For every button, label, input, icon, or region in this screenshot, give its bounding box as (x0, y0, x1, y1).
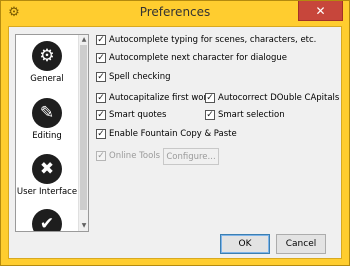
autocomplete-typing-option[interactable]: ✓ Autocomplete typing for scenes, charac… (96, 33, 316, 47)
cancel-button[interactable]: Cancel (276, 234, 326, 254)
smart-quotes-label: Smart quotes (109, 110, 167, 120)
fountain-copy-paste-label: Enable Fountain Copy & Paste (109, 129, 237, 139)
gear-icon: ⚙ (32, 41, 62, 71)
configure-button[interactable]: Configure... (163, 148, 219, 165)
spell-checking-option[interactable]: ✓ Spell checking (96, 70, 170, 84)
category-sidebar: ⚙ General ✎ Editing ✖ User Interface ✔ ▲… (15, 34, 89, 232)
autocorrect-double-caps-label: Autocorrect DOuble CApitals (218, 93, 340, 103)
scroll-up-icon[interactable]: ▲ (79, 35, 88, 45)
sidebar-item-user-interface[interactable]: ✖ User Interface (16, 152, 78, 212)
window-title: Preferences (139, 5, 211, 19)
sidebar-item-label: User Interface (16, 187, 78, 197)
fountain-copy-paste-option[interactable]: ✓ Enable Fountain Copy & Paste (96, 127, 237, 141)
title-bar[interactable]: ⚙ Preferences ✕ (1, 1, 349, 26)
online-tools-checkbox[interactable]: ✓ (96, 151, 106, 161)
sidebar-scrollbar[interactable]: ▲ ▼ (78, 35, 88, 231)
autocapitalize-checkbox[interactable]: ✓ (96, 93, 106, 103)
spell-checking-label: Spell checking (109, 72, 171, 82)
sidebar-item-label: Editing (32, 131, 62, 141)
autocomplete-typing-label: Autocomplete typing for scenes, characte… (109, 35, 317, 45)
autocorrect-double-caps-option[interactable]: ✓ Autocorrect DOuble CApitals (205, 91, 339, 105)
pen-icon: ✎ (32, 98, 62, 128)
smart-quotes-option[interactable]: ✓ Smart quotes (96, 108, 166, 122)
online-tools-option[interactable]: ✓ Online Tools (96, 149, 160, 163)
sidebar-item-general[interactable]: ⚙ General (16, 39, 78, 99)
sidebar-item-checkmark[interactable]: ✔ (16, 207, 78, 231)
online-tools-label: Online Tools (109, 151, 161, 161)
ok-button[interactable]: OK (220, 234, 270, 254)
autocomplete-next-option[interactable]: ✓ Autocomplete next character for dialog… (96, 51, 287, 65)
autocapitalize-label: Autocapitalize first word (109, 93, 213, 103)
spell-checking-checkbox[interactable]: ✓ (96, 72, 106, 82)
smart-selection-option[interactable]: ✓ Smart selection (205, 108, 285, 122)
close-button[interactable]: ✕ (298, 1, 343, 21)
smart-quotes-checkbox[interactable]: ✓ (96, 110, 106, 120)
tools-icon: ✖ (32, 154, 62, 184)
sidebar-item-editing[interactable]: ✎ Editing (16, 96, 78, 156)
autocomplete-typing-checkbox[interactable]: ✓ (96, 35, 106, 45)
autocorrect-double-caps-checkbox[interactable]: ✓ (205, 93, 215, 103)
preferences-window: ⚙ Preferences ✕ ⚙ General ✎ Editing ✖ Us… (0, 0, 350, 266)
autocomplete-next-checkbox[interactable]: ✓ (96, 53, 106, 63)
fountain-copy-paste-checkbox[interactable]: ✓ (96, 129, 106, 139)
smart-selection-checkbox[interactable]: ✓ (205, 110, 215, 120)
checkmark-icon: ✔ (32, 209, 62, 231)
dialog-client-area: ⚙ General ✎ Editing ✖ User Interface ✔ ▲… (8, 26, 342, 259)
smart-selection-label: Smart selection (218, 110, 285, 120)
autocapitalize-option[interactable]: ✓ Autocapitalize first word (96, 91, 212, 105)
scroll-down-icon[interactable]: ▼ (79, 221, 88, 231)
scroll-thumb[interactable] (80, 45, 87, 210)
autocomplete-next-label: Autocomplete next character for dialogue (109, 53, 288, 63)
sidebar-item-label: General (30, 74, 64, 84)
